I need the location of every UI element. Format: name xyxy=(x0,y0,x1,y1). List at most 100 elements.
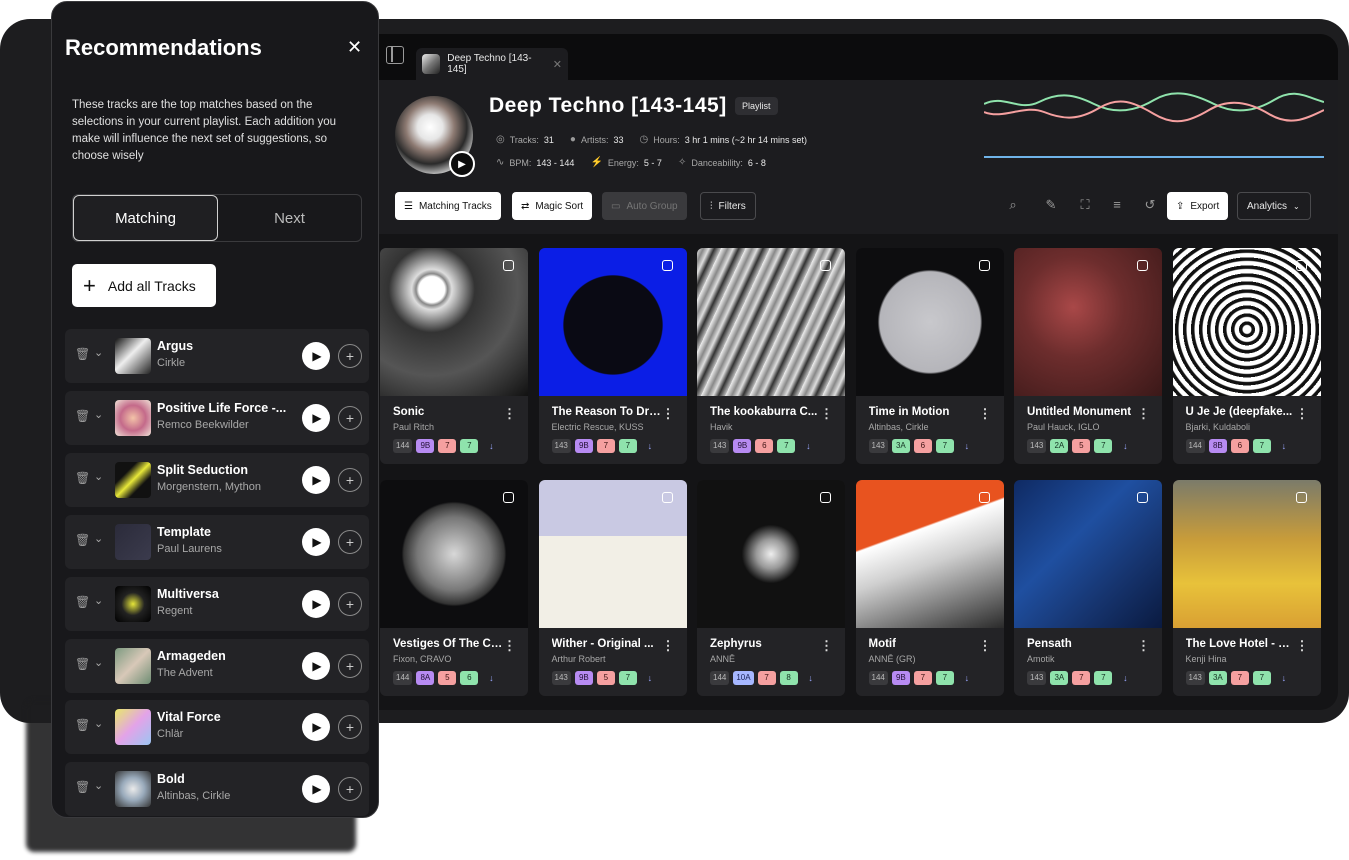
track-card[interactable]: The Love Hotel - O... ⋮ Kenji Hina 143 3A 7 7 ↓ xyxy=(1172,480,1321,696)
play-icon[interactable]: ▶ xyxy=(302,342,330,370)
matching-tracks-button[interactable]: ☰ Matching Tracks xyxy=(395,192,501,220)
select-checkbox[interactable] xyxy=(1295,492,1307,503)
select-checkbox[interactable] xyxy=(978,492,990,503)
arrow-down-icon[interactable]: ↓ xyxy=(1275,671,1293,685)
trash-icon[interactable]: 🗑 xyxy=(75,347,90,361)
add-icon[interactable]: + xyxy=(338,591,362,616)
layers-icon[interactable]: ≡ xyxy=(1108,196,1126,214)
recommendation-row[interactable]: 🗑 ⌄ Bold Altinbas, Cirkle ▶ + xyxy=(65,762,369,817)
play-icon[interactable]: ▶ xyxy=(302,589,330,618)
trash-icon[interactable]: 🗑 xyxy=(75,595,90,609)
track-card[interactable]: Ú Je Je (deepfake... ⋮ Bjarki, Kuldaboli 14… xyxy=(1172,248,1321,464)
sidebar-toggle-icon[interactable] xyxy=(386,46,404,64)
recommendation-row[interactable]: 🗑 ⌄ Vital Force Chlär ▶ + xyxy=(65,700,369,755)
filters-button[interactable]: ⫶ Filters xyxy=(700,192,756,220)
recommendation-row[interactable]: 🗑 ⌄ Positive Life Force -... Remco Beekwild… xyxy=(65,390,369,445)
select-checkbox[interactable] xyxy=(1295,260,1307,271)
play-icon[interactable]: ▶ xyxy=(449,151,475,177)
trash-icon[interactable]: 🗑 xyxy=(75,533,90,547)
arrow-down-icon[interactable]: ↓ xyxy=(958,671,976,685)
recommendation-row[interactable]: 🗑 ⌄ Argus Cirkle ▶ + xyxy=(65,329,369,383)
trash-icon[interactable]: 🗑 xyxy=(75,718,90,732)
select-checkbox[interactable] xyxy=(503,492,514,503)
arrow-down-icon[interactable]: ↓ xyxy=(799,439,817,453)
add-icon[interactable]: + xyxy=(338,405,362,430)
trash-icon[interactable]: 🗑 xyxy=(75,657,90,671)
tab-close-icon[interactable]: ✕ xyxy=(553,58,562,71)
trash-icon[interactable]: 🗑 xyxy=(75,409,90,423)
track-card[interactable]: Zephyrus ⋮ ANNĒ 144 10A 7 8 ↓ xyxy=(697,480,845,696)
more-icon[interactable]: ⋮ xyxy=(1296,638,1309,654)
more-icon[interactable]: ⋮ xyxy=(820,406,833,422)
select-checkbox[interactable] xyxy=(1137,492,1148,503)
select-checkbox[interactable] xyxy=(820,260,831,271)
chevron-down-icon[interactable]: ⌄ xyxy=(94,779,103,792)
more-icon[interactable]: ⋮ xyxy=(979,406,992,422)
edit-icon[interactable]: ✎ xyxy=(1042,196,1060,214)
select-checkbox[interactable] xyxy=(1137,260,1148,271)
expand-icon[interactable]: ⛶ xyxy=(1076,196,1094,214)
more-icon[interactable]: ⋮ xyxy=(1137,638,1150,654)
play-icon[interactable]: ▶ xyxy=(302,713,330,742)
track-card[interactable]: Sonic ⋮ Paul Ritch 144 9B 7 7 ↓ xyxy=(380,248,528,464)
add-all-tracks-button[interactable]: + Add all Tracks xyxy=(72,264,216,307)
add-icon[interactable]: + xyxy=(338,529,362,554)
arrow-down-icon[interactable]: ↓ xyxy=(958,439,976,453)
more-icon[interactable]: ⋮ xyxy=(1137,406,1150,422)
select-checkbox[interactable] xyxy=(661,492,673,503)
play-icon[interactable]: ▶ xyxy=(302,651,330,680)
select-checkbox[interactable] xyxy=(820,492,831,503)
more-icon[interactable]: ⋮ xyxy=(820,638,833,654)
more-icon[interactable]: ⋮ xyxy=(503,638,516,654)
track-card[interactable]: Time in Motion ⋮ Altinbas, Cirkle 143 3A 6 7 ↓ xyxy=(855,248,1004,464)
add-icon[interactable]: + xyxy=(338,653,362,678)
recommendation-row[interactable]: 🗑 ⌄ Armageden The Advent ▶ + xyxy=(65,638,369,693)
trash-icon[interactable]: 🗑 xyxy=(75,780,90,794)
analytics-dropdown[interactable]: Analytics ⌄ xyxy=(1237,192,1311,220)
arrow-down-icon[interactable]: ↓ xyxy=(1116,439,1134,453)
chevron-down-icon[interactable]: ⌄ xyxy=(94,594,103,607)
undo-icon[interactable]: ↺ xyxy=(1141,196,1159,214)
arrow-down-icon[interactable]: ↓ xyxy=(641,439,659,453)
more-icon[interactable]: ⋮ xyxy=(1296,406,1309,422)
chevron-down-icon[interactable]: ⌄ xyxy=(94,656,103,669)
add-icon[interactable]: + xyxy=(338,777,362,802)
more-icon[interactable]: ⋮ xyxy=(662,406,675,422)
arrow-down-icon[interactable]: ↓ xyxy=(641,671,659,685)
add-icon[interactable]: + xyxy=(338,467,362,492)
chevron-down-icon[interactable]: ⌄ xyxy=(94,346,103,359)
play-icon[interactable]: ▶ xyxy=(302,403,330,432)
select-checkbox[interactable] xyxy=(503,260,514,271)
arrow-down-icon[interactable]: ↓ xyxy=(482,671,500,685)
tab-matching[interactable]: Matching xyxy=(73,195,218,241)
track-card[interactable]: Pensath ⋮ Amotik 143 3A 7 7 ↓ xyxy=(1014,480,1162,696)
arrow-down-icon[interactable]: ↓ xyxy=(482,439,500,453)
track-card[interactable]: Motif ⋮ ANNĒ (GR) 144 9B 7 7 ↓ xyxy=(855,480,1004,696)
export-button[interactable]: ⇪ Export xyxy=(1167,192,1229,220)
magic-sort-button[interactable]: ⇄ Magic Sort xyxy=(512,192,593,220)
tab-next[interactable]: Next xyxy=(218,195,361,241)
play-icon[interactable]: ▶ xyxy=(302,775,330,804)
auto-group-button[interactable]: ▭ Auto Group xyxy=(602,192,687,220)
track-card[interactable]: Untitled Monument ⋮ Paul Hauck, IGLO 143 2A 5… xyxy=(1014,248,1162,464)
search-icon[interactable]: ⌕ xyxy=(1004,196,1022,214)
arrow-down-icon[interactable]: ↓ xyxy=(1275,439,1293,453)
tab-deep-techno[interactable]: Deep Techno [143-145] ✕ xyxy=(416,48,568,80)
chevron-down-icon[interactable]: ⌄ xyxy=(94,532,103,545)
track-card[interactable]: The Reason To Dri... ⋮ Electric Rescue, KU… xyxy=(538,248,687,464)
more-icon[interactable]: ⋮ xyxy=(979,638,992,654)
recommendation-row[interactable]: 🗑 ⌄ Template Paul Laurens ▶ + xyxy=(65,514,369,569)
recommendation-row[interactable]: 🗑 ⌄ Multiversa Regent ▶ + xyxy=(65,576,369,631)
play-icon[interactable]: ▶ xyxy=(302,527,330,556)
arrow-down-icon[interactable]: ↓ xyxy=(1116,671,1134,685)
close-icon[interactable]: ✕ xyxy=(347,37,362,58)
track-card[interactable]: Wither - Original ... ⋮ Arthur Robert 143 9B… xyxy=(538,480,687,696)
more-icon[interactable]: ⋮ xyxy=(662,638,675,654)
add-icon[interactable]: + xyxy=(338,344,362,368)
play-icon[interactable]: ▶ xyxy=(302,465,330,494)
chevron-down-icon[interactable]: ⌄ xyxy=(94,408,103,421)
trash-icon[interactable]: 🗑 xyxy=(75,471,90,485)
chevron-down-icon[interactable]: ⌄ xyxy=(94,470,103,483)
chevron-down-icon[interactable]: ⌄ xyxy=(94,717,103,730)
select-checkbox[interactable] xyxy=(978,260,990,271)
